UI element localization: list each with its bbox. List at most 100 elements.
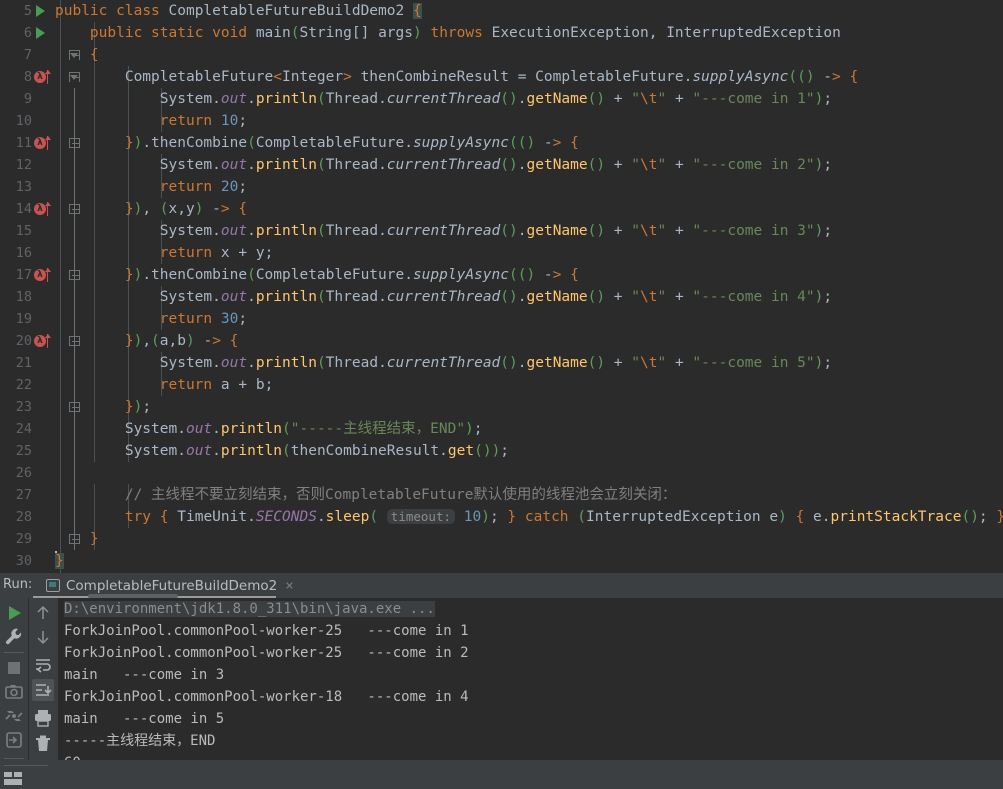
prev-occurrence-button[interactable] bbox=[32, 602, 54, 624]
print-button[interactable] bbox=[32, 707, 54, 729]
code-text[interactable]: System.out.println(Thread.currentThread(… bbox=[55, 88, 832, 110]
rerun-button[interactable] bbox=[3, 602, 25, 624]
console-scrollbar[interactable] bbox=[88, 594, 178, 598]
screenshot-button[interactable] bbox=[3, 681, 25, 703]
line-number: 18 bbox=[0, 286, 32, 308]
code-text[interactable]: return 10; bbox=[55, 110, 247, 132]
code-line-13[interactable]: 13 return 20; bbox=[0, 176, 1003, 198]
code-line-16[interactable]: 16 return x + y; bbox=[0, 242, 1003, 264]
code-text[interactable]: }).thenCombine(CompletableFuture.supplyA… bbox=[55, 264, 579, 286]
code-line-5[interactable]: 5public class CompletableFutureBuildDemo… bbox=[0, 0, 1003, 22]
code-line-25[interactable]: 25 System.out.println(thenCombineResult.… bbox=[0, 440, 1003, 462]
code-line-24[interactable]: 24 System.out.println("-----主线程结束，END"); bbox=[0, 418, 1003, 440]
play-icon bbox=[36, 5, 45, 17]
line-number: 14 bbox=[0, 198, 32, 220]
code-line-11[interactable]: 11λ }).thenCombine(CompletableFuture.sup… bbox=[0, 132, 1003, 154]
code-text[interactable]: // 主线程不要立刻结束，否则CompletableFuture默认使用的线程池… bbox=[55, 484, 676, 506]
code-text[interactable]: System.out.println(Thread.currentThread(… bbox=[55, 220, 832, 242]
close-icon[interactable]: × bbox=[285, 578, 293, 594]
status-bar bbox=[0, 760, 1003, 789]
code-text[interactable]: System.out.println(Thread.currentThread(… bbox=[55, 352, 832, 374]
line-number: 6 bbox=[0, 22, 32, 44]
code-text[interactable]: System.out.println(Thread.currentThread(… bbox=[55, 154, 832, 176]
play-icon bbox=[36, 27, 45, 39]
code-line-17[interactable]: 17λ }).thenCombine(CompletableFuture.sup… bbox=[0, 264, 1003, 286]
code-text[interactable]: System.out.println(Thread.currentThread(… bbox=[55, 286, 832, 308]
settings-button[interactable] bbox=[3, 626, 25, 648]
toolbar-separator-2 bbox=[4, 758, 24, 759]
code-text[interactable]: }), (x,y) -> { bbox=[55, 198, 247, 220]
clear-all-button[interactable] bbox=[32, 733, 54, 755]
code-text[interactable]: }).thenCombine(CompletableFuture.supplyA… bbox=[55, 132, 579, 154]
line-number: 20 bbox=[0, 330, 32, 352]
code-text[interactable]: System.out.println(thenCombineResult.get… bbox=[55, 440, 509, 462]
print-icon bbox=[32, 707, 54, 729]
code-line-6[interactable]: 6 public static void main(String[] args)… bbox=[0, 22, 1003, 44]
code-line-7[interactable]: 7 { bbox=[0, 44, 1003, 66]
fold-gutter[interactable] bbox=[66, 462, 84, 484]
code-text[interactable]: CompletableFuture<Integer> thenCombineRe… bbox=[55, 66, 858, 88]
code-text[interactable]: public class CompletableFutureBuildDemo2… bbox=[55, 0, 422, 22]
arrow-down-icon bbox=[32, 626, 54, 648]
trash-icon bbox=[32, 733, 54, 755]
code-text[interactable]: return 30; bbox=[55, 308, 247, 330]
code-text[interactable]: } bbox=[55, 550, 64, 572]
fold-gutter[interactable] bbox=[66, 550, 84, 572]
code-line-9[interactable]: 9 System.out.println(Thread.currentThrea… bbox=[0, 88, 1003, 110]
line-number: 7 bbox=[0, 44, 32, 66]
console-output-line: main ---come in 5 bbox=[58, 708, 945, 730]
run-config-icon bbox=[46, 579, 60, 592]
code-line-27[interactable]: 27 // 主线程不要立刻结束，否则CompletableFuture默认使用的… bbox=[0, 484, 1003, 506]
arrow-up-icon bbox=[32, 602, 54, 624]
code-editor[interactable]: 5public class CompletableFutureBuildDemo… bbox=[0, 0, 1003, 573]
run-tool-window[interactable]: Run: CompletableFutureBuildDemo2 × bbox=[0, 573, 1003, 789]
code-line-19[interactable]: 19 return 30; bbox=[0, 308, 1003, 330]
camera-icon bbox=[3, 681, 25, 703]
export-button[interactable] bbox=[3, 729, 25, 751]
code-text[interactable]: return 20; bbox=[55, 176, 247, 198]
scroll-to-end-icon bbox=[32, 679, 54, 701]
code-line-20[interactable]: 20λ }),(a,b) -> { bbox=[0, 330, 1003, 352]
code-line-15[interactable]: 15 System.out.println(Thread.currentThre… bbox=[0, 220, 1003, 242]
code-text[interactable]: System.out.println("-----主线程结束，END"); bbox=[55, 418, 483, 440]
line-number: 25 bbox=[0, 440, 32, 462]
code-line-30[interactable]: 30} bbox=[0, 550, 1003, 572]
code-line-10[interactable]: 10 return 10; bbox=[0, 110, 1003, 132]
code-text[interactable]: }),(a,b) -> { bbox=[55, 330, 238, 352]
code-text[interactable]: } bbox=[55, 528, 99, 550]
code-line-28[interactable]: 28 try { TimeUnit.SECONDS.sleep( timeout… bbox=[0, 506, 1003, 528]
code-text[interactable]: return x + y; bbox=[55, 242, 273, 264]
code-line-23[interactable]: 23 }); bbox=[0, 396, 1003, 418]
code-line-18[interactable]: 18 System.out.println(Thread.currentThre… bbox=[0, 286, 1003, 308]
code-line-29[interactable]: 29 } bbox=[0, 528, 1003, 550]
soft-wrap-button[interactable] bbox=[32, 653, 54, 675]
code-line-21[interactable]: 21 System.out.println(Thread.currentThre… bbox=[0, 352, 1003, 374]
fold-line bbox=[74, 462, 75, 484]
code-line-12[interactable]: 12 System.out.println(Thread.currentThre… bbox=[0, 154, 1003, 176]
code-line-14[interactable]: 14λ }), (x,y) -> { bbox=[0, 198, 1003, 220]
layout-toggle-icon[interactable] bbox=[4, 772, 22, 785]
scroll-to-end-button[interactable] bbox=[32, 679, 54, 701]
console-output-line: ForkJoinPool.commonPool-worker-25 ---com… bbox=[58, 642, 945, 664]
code-text[interactable]: return a + b; bbox=[55, 374, 273, 396]
code-line-8[interactable]: 8λ CompletableFuture<Integer> thenCombin… bbox=[0, 66, 1003, 88]
wrench-icon bbox=[3, 626, 25, 648]
code-text[interactable]: try { TimeUnit.SECONDS.sleep( timeout: 1… bbox=[55, 506, 1003, 528]
thread-dump-button[interactable] bbox=[3, 705, 25, 727]
line-number: 12 bbox=[0, 154, 32, 176]
code-text[interactable]: }); bbox=[55, 396, 151, 418]
stop-button[interactable] bbox=[3, 657, 25, 679]
status-bar-divider bbox=[4, 765, 48, 766]
console-output-line: main ---come in 3 bbox=[58, 664, 945, 686]
code-line-26[interactable]: 26 bbox=[0, 462, 1003, 484]
code-text[interactable]: { bbox=[55, 44, 99, 66]
line-number: 11 bbox=[0, 132, 32, 154]
next-occurrence-button[interactable] bbox=[32, 626, 54, 648]
code-line-22[interactable]: 22 return a + b; bbox=[0, 374, 1003, 396]
line-number: 9 bbox=[0, 88, 32, 110]
line-number: 30 bbox=[0, 550, 32, 572]
code-lines[interactable]: 5public class CompletableFutureBuildDemo… bbox=[0, 0, 1003, 572]
stop-icon bbox=[3, 657, 25, 679]
lambda-icon: λ bbox=[34, 136, 56, 151]
code-text[interactable]: public static void main(String[] args) t… bbox=[55, 22, 841, 44]
